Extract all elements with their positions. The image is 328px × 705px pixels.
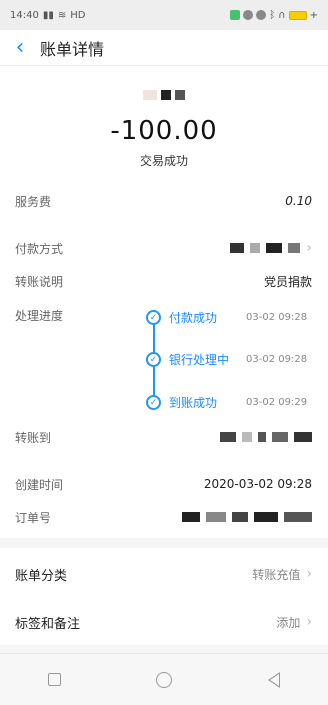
app-notification-icon xyxy=(230,10,241,20)
nav-bar: ‹ 账单详情 xyxy=(0,30,328,66)
transfer-note-row: 转账说明 党员捐款 xyxy=(15,272,312,290)
order-number-value-masked xyxy=(182,512,312,522)
chevron-right-icon: › xyxy=(306,566,312,582)
payee-name-masked xyxy=(0,90,328,100)
page-title: 账单详情 xyxy=(40,39,105,59)
payment-method-row[interactable]: 付款方式 › xyxy=(15,239,312,257)
progress-step-label: 付款成功 xyxy=(169,311,218,325)
progress-step-time: 03-02 09:28 xyxy=(246,354,308,365)
payment-method-label: 付款方式 xyxy=(15,241,64,256)
check-icon: ✓ xyxy=(146,310,161,325)
progress-step: ✓ 银行处理中 03-02 09:28 xyxy=(146,351,307,368)
transaction-amount: -100.00 xyxy=(110,116,218,146)
wifi-icon: ≋ xyxy=(57,9,67,21)
check-icon: ✓ xyxy=(146,352,161,367)
service-fee-value: 0.10 xyxy=(285,194,312,208)
alarm-icon xyxy=(256,10,267,20)
home-icon[interactable] xyxy=(156,671,173,688)
created-time-label: 创建时间 xyxy=(15,477,64,492)
transfer-to-value-masked xyxy=(220,432,312,442)
network-label: HD xyxy=(70,9,86,21)
created-time-value: 2020-03-02 09:28 xyxy=(203,477,312,491)
back-triangle-icon[interactable] xyxy=(268,671,281,688)
bill-category-text: 转账充值 xyxy=(252,567,301,582)
transfer-to-label: 转账到 xyxy=(15,430,52,445)
chevron-left-icon: ‹ xyxy=(15,35,25,60)
section-divider xyxy=(0,645,328,653)
do-not-disturb-icon xyxy=(243,10,254,20)
tags-notes-value: 添加 › xyxy=(276,614,312,631)
recent-apps-icon[interactable] xyxy=(47,673,61,686)
order-number-row: 订单号 xyxy=(15,508,312,526)
progress-step: ✓ 付款成功 03-02 09:28 xyxy=(146,309,307,326)
transaction-header: -100.00 交易成功 xyxy=(0,66,328,176)
chevron-right-icon: › xyxy=(306,240,312,256)
tags-notes-row[interactable]: 标签和备注 添加 › xyxy=(15,612,312,632)
progress-step-label: 到账成功 xyxy=(169,396,218,410)
progress-step-time: 03-02 09:28 xyxy=(246,312,308,323)
headphone-icon: ∩ xyxy=(278,9,286,21)
status-time: 14:40 xyxy=(10,9,39,21)
bluetooth-icon: ᛒ xyxy=(269,9,276,21)
transfer-note-label: 转账说明 xyxy=(15,274,64,289)
payment-method-value-masked: › xyxy=(230,240,312,256)
bill-category-row[interactable]: 账单分类 转账充值 › xyxy=(15,564,312,584)
tags-notes-text: 添加 xyxy=(276,615,301,630)
system-nav-bar xyxy=(0,653,328,705)
status-bar: 14:40 ▮▮ ≋ HD ᛒ ∩ + xyxy=(0,0,328,30)
chevron-right-icon: › xyxy=(306,614,312,630)
check-icon: ✓ xyxy=(146,395,161,410)
service-fee-label: 服务费 xyxy=(15,194,52,209)
progress-step-time: 03-02 09:29 xyxy=(246,397,308,408)
section-divider xyxy=(0,538,328,548)
transaction-status: 交易成功 xyxy=(139,154,188,168)
progress-label: 处理进度 xyxy=(15,308,64,323)
battery-icon xyxy=(288,10,307,20)
charging-icon: + xyxy=(309,9,318,21)
progress-step-label: 银行处理中 xyxy=(169,353,230,367)
back-button[interactable]: ‹ xyxy=(0,30,40,66)
service-fee-row: 服务费 0.10 xyxy=(15,192,312,210)
order-number-label: 订单号 xyxy=(15,510,52,525)
progress-step: ✓ 到账成功 03-02 09:29 xyxy=(146,394,307,411)
bill-category-label: 账单分类 xyxy=(15,568,68,584)
signal-icon: ▮▮ xyxy=(42,9,54,21)
created-time-row: 创建时间 2020-03-02 09:28 xyxy=(15,475,312,493)
tags-notes-label: 标签和备注 xyxy=(15,616,81,632)
bill-category-value: 转账充值 › xyxy=(252,566,312,583)
transfer-note-value: 党员捐款 xyxy=(263,274,312,289)
transfer-to-row: 转账到 xyxy=(15,428,312,446)
